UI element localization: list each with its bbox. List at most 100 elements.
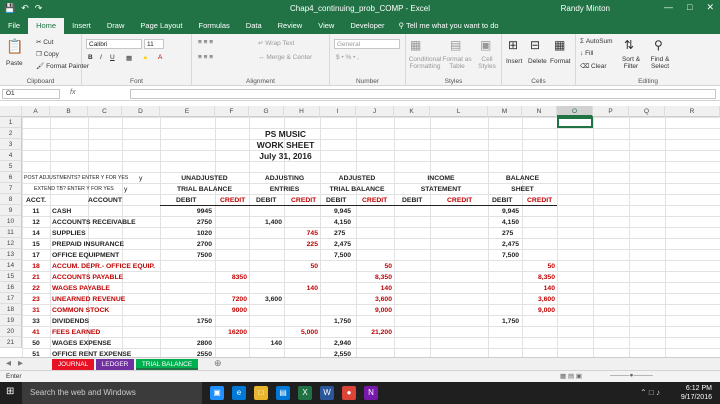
account-name[interactable]: WAGES EXPENSE: [52, 338, 111, 349]
fill-button[interactable]: ↓ Fill: [580, 50, 593, 57]
cut-button[interactable]: ✂ Cut: [36, 38, 53, 46]
column-header[interactable]: I: [320, 106, 356, 117]
column-header[interactable]: Q: [629, 106, 665, 117]
account-name[interactable]: CASH: [52, 206, 71, 217]
amount-cell[interactable]: 1020: [160, 228, 212, 239]
tab-insert[interactable]: Insert: [64, 18, 99, 34]
tab-view[interactable]: View: [310, 18, 342, 34]
windows-start-icon[interactable]: ⊞: [6, 386, 14, 397]
account-name[interactable]: SUPPLIES: [52, 228, 86, 239]
next-sheet-icon[interactable]: ▶: [18, 359, 23, 367]
fx-icon[interactable]: fx: [70, 89, 75, 96]
row-header[interactable]: 16: [0, 282, 22, 293]
insert-cells-button[interactable]: Insert: [506, 58, 522, 65]
tab-developer[interactable]: Developer: [342, 18, 392, 34]
column-header-selected[interactable]: O: [557, 106, 593, 117]
tab-draw[interactable]: Draw: [99, 18, 133, 34]
format-cells-button[interactable]: Format: [550, 58, 571, 65]
row-header[interactable]: 6: [0, 172, 22, 183]
row-header[interactable]: 10: [0, 216, 22, 227]
account-name[interactable]: DIVIDENDS: [52, 316, 89, 327]
row-header[interactable]: 13: [0, 249, 22, 260]
view-icons[interactable]: ▦ ▤ ▣: [560, 372, 582, 380]
account-number[interactable]: 31: [22, 305, 50, 316]
user-name[interactable]: Randy Minton: [561, 4, 610, 13]
account-name[interactable]: PREPAID INSURANCE: [52, 239, 124, 250]
account-number[interactable]: 50: [22, 338, 50, 349]
amount-cell[interactable]: 1,750: [502, 316, 534, 327]
row-header[interactable]: 4: [0, 150, 22, 161]
amount-cell[interactable]: 2750: [160, 217, 212, 228]
column-header[interactable]: L: [430, 106, 488, 117]
clear-button[interactable]: ⌫ Clear: [580, 62, 607, 70]
sort-filter-button[interactable]: Sort & Filter: [618, 56, 644, 70]
row-header[interactable]: 7: [0, 183, 22, 194]
row-header[interactable]: 1: [0, 117, 22, 128]
account-number[interactable]: 15: [22, 239, 50, 250]
taskbar-search[interactable]: Search the web and Windows: [22, 382, 202, 404]
amount-cell[interactable]: 9,000: [522, 305, 555, 316]
amount-cell[interactable]: 225: [284, 239, 318, 250]
word-icon[interactable]: W: [320, 386, 334, 400]
row-header[interactable]: 11: [0, 227, 22, 238]
store-icon[interactable]: ▤: [276, 386, 290, 400]
row-header[interactable]: 3: [0, 139, 22, 150]
column-header[interactable]: E: [160, 106, 215, 117]
column-header[interactable]: F: [215, 106, 249, 117]
bold-button[interactable]: B: [88, 54, 93, 61]
find-select-button[interactable]: Find & Select: [646, 56, 674, 70]
chrome-icon[interactable]: ●: [342, 386, 356, 400]
post-adjustments-value[interactable]: y: [139, 173, 142, 184]
row-header[interactable]: 5: [0, 161, 22, 172]
edge-icon[interactable]: e: [232, 386, 246, 400]
file-explorer-icon[interactable]: □: [254, 386, 268, 400]
tab-formulas[interactable]: Formulas: [191, 18, 238, 34]
column-header[interactable]: P: [593, 106, 629, 117]
amount-cell[interactable]: 50: [522, 261, 555, 272]
format-as-table-button[interactable]: Format as Table: [442, 56, 472, 70]
account-number[interactable]: 17: [22, 250, 50, 261]
task-view-icon[interactable]: ▣: [210, 386, 224, 400]
excel-icon[interactable]: X: [298, 386, 312, 400]
cell-styles-button[interactable]: Cell Styles: [474, 56, 500, 70]
amount-cell[interactable]: 140: [522, 283, 555, 294]
column-header[interactable]: R: [665, 106, 720, 117]
column-header[interactable]: A: [22, 106, 50, 117]
align-left-icon[interactable]: ≡ ≡ ≡: [198, 54, 213, 61]
account-name[interactable]: WAGES PAYABLE: [52, 283, 110, 294]
zoom-slider[interactable]: ———●———: [610, 372, 653, 379]
column-header[interactable]: M: [488, 106, 522, 117]
account-name[interactable]: ACCOUNTS PAYABLE: [52, 272, 123, 283]
row-header[interactable]: 2: [0, 128, 22, 139]
amount-cell[interactable]: 4,150: [502, 217, 534, 228]
account-number[interactable]: 21: [22, 272, 50, 283]
amount-cell[interactable]: 275: [334, 228, 368, 239]
sheet-tab-journal[interactable]: JOURNAL: [52, 359, 94, 370]
merge-center-button[interactable]: ↔ Merge & Center: [258, 54, 312, 61]
amount-cell[interactable]: 275: [502, 228, 534, 239]
column-header[interactable]: C: [88, 106, 122, 117]
tab-home[interactable]: Home: [28, 18, 65, 34]
column-header[interactable]: H: [284, 106, 320, 117]
account-number[interactable]: 33: [22, 316, 50, 327]
add-sheet-icon[interactable]: ⊕: [214, 358, 222, 369]
system-tray-icons[interactable]: ⌃ □ ♪: [640, 388, 660, 397]
account-number[interactable]: 41: [22, 327, 50, 338]
spreadsheet-grid[interactable]: [22, 117, 720, 357]
sheet-tab-ledger[interactable]: LEDGER: [96, 359, 134, 370]
conditional-formatting-button[interactable]: Conditional Formatting: [408, 56, 442, 70]
column-header[interactable]: K: [394, 106, 430, 117]
font-name-select[interactable]: Calibri: [86, 39, 142, 49]
amount-cell[interactable]: 8,350: [356, 272, 392, 283]
amount-cell[interactable]: 2,475: [334, 239, 368, 250]
minimize-button[interactable]: —: [664, 2, 673, 13]
amount-cell[interactable]: 9000: [215, 305, 247, 316]
onenote-icon[interactable]: N: [364, 386, 378, 400]
amount-cell[interactable]: 1,400: [249, 217, 282, 228]
tab-data[interactable]: Data: [238, 18, 270, 34]
account-name[interactable]: FEES EARNED: [52, 327, 100, 338]
row-header[interactable]: 8: [0, 194, 22, 205]
name-box[interactable]: O1: [2, 89, 60, 99]
row-header[interactable]: 14: [0, 260, 22, 271]
paste-icon[interactable]: 📋: [6, 38, 23, 55]
